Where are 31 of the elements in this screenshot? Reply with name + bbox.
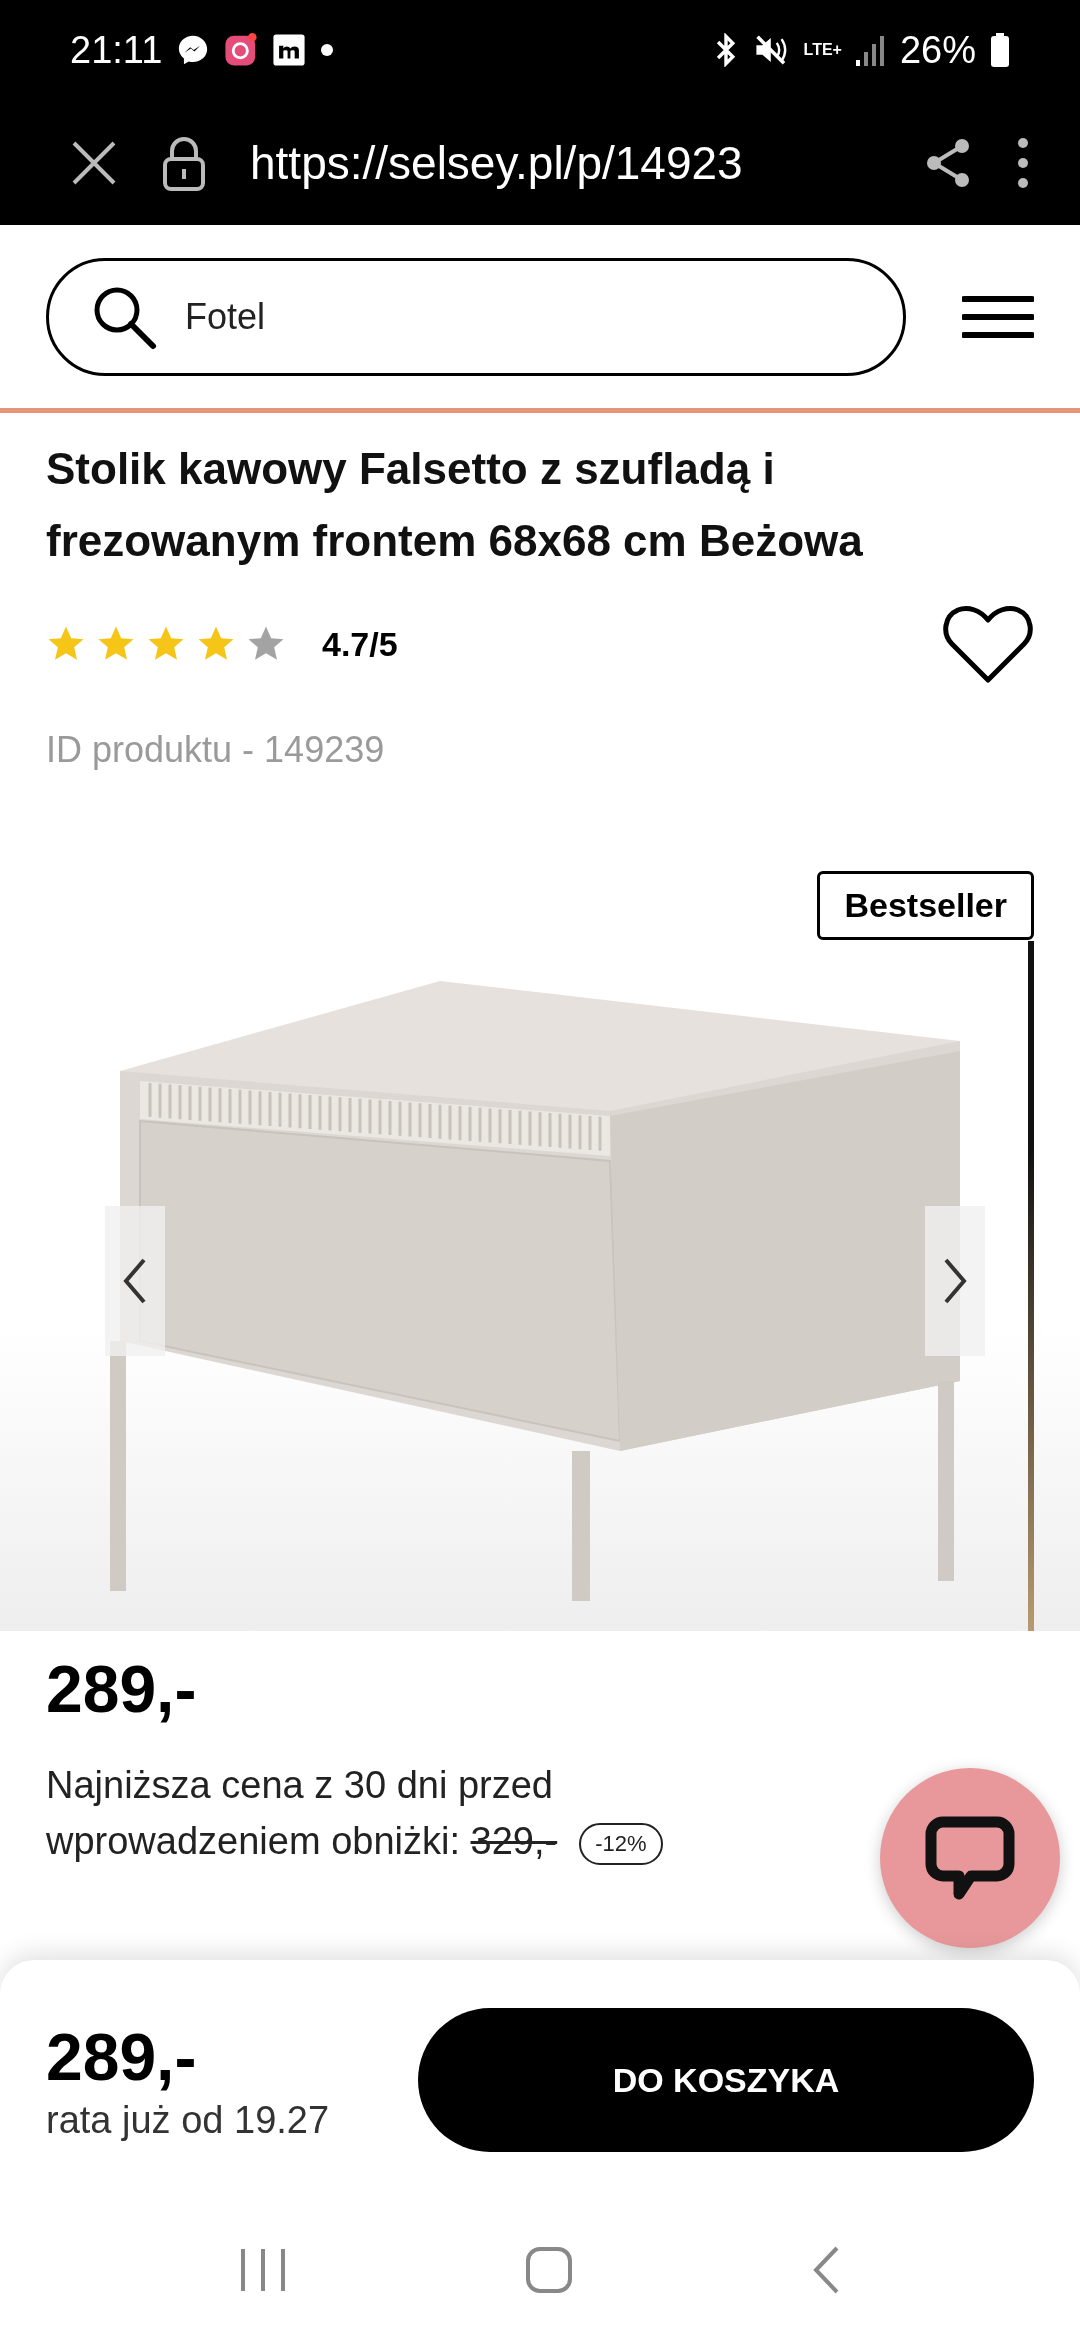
signal-icon (855, 34, 886, 66)
home-icon[interactable] (525, 2246, 573, 2294)
battery-level: 26% (899, 28, 976, 72)
search-field[interactable]: Fotel (183, 294, 863, 339)
search-bar[interactable]: Fotel (46, 257, 906, 376)
heart-icon[interactable] (942, 604, 1034, 684)
recent-apps-icon[interactable] (239, 2247, 287, 2293)
cart-price: 289,- (46, 2018, 198, 2095)
clock: 21:11 (70, 28, 163, 72)
product-title: Stolik kawowy Falsetto z szufladą i frezowanym frontem 68x68 cm Beżowa (46, 443, 864, 567)
chat-bubble-icon (925, 1816, 1015, 1900)
chevron-right-icon (942, 1257, 968, 1305)
back-icon[interactable] (811, 2245, 841, 2295)
chevron-left-icon (122, 1257, 148, 1305)
product-price: 289,- (46, 1651, 198, 1727)
camera-app-icon (224, 33, 259, 67)
more-icon[interactable] (1016, 136, 1030, 189)
rating-score: 4.7/5 (322, 624, 399, 664)
bestseller-badge: Bestseller (817, 871, 1034, 940)
next-image-button[interactable] (925, 1206, 985, 1356)
installment-text: rata już od 19.27 (46, 2098, 331, 2142)
share-icon[interactable] (924, 136, 972, 189)
network-type: LTE+ (803, 42, 842, 58)
add-to-cart-button[interactable]: DO KOSZYKA (418, 2008, 1034, 2152)
battery-icon (990, 33, 1010, 67)
dot-icon (320, 43, 335, 57)
app-icon (272, 33, 307, 67)
lock-icon (162, 134, 206, 191)
product-id: ID produktu - 149239 (46, 729, 386, 771)
lowest-price-note: Najniższa cena z 30 dni przed wprowadzeniem obniżki: 329,- -12% (46, 1757, 766, 1869)
previous-image-button[interactable] (105, 1206, 165, 1356)
